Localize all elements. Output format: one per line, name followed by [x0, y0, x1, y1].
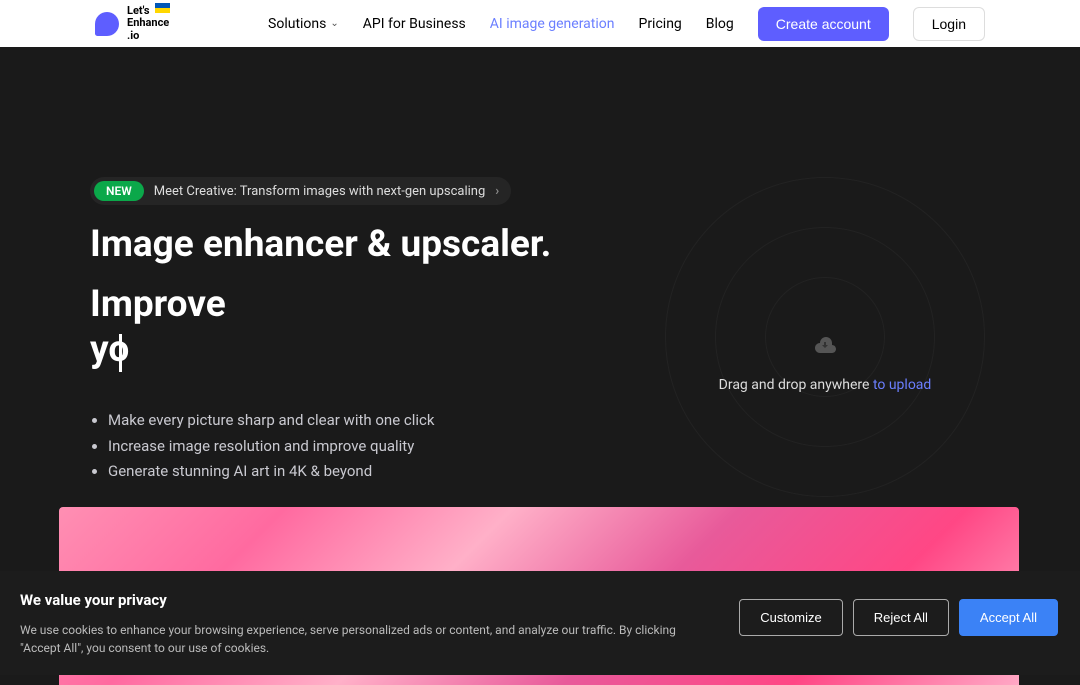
cookie-customize-button[interactable]: Customize	[739, 599, 842, 636]
dropzone-text: Drag and drop anywhere to upload	[719, 377, 932, 393]
hero-title: Image enhancer & upscaler. Improve yo	[90, 223, 620, 372]
nav-solutions-label: Solutions	[268, 16, 326, 32]
cookie-buttons: Customize Reject All Accept All	[739, 599, 1058, 636]
nav-solutions[interactable]: Solutions ⌄	[268, 16, 339, 32]
main-nav: Solutions ⌄ API for Business AI image gen…	[268, 7, 985, 41]
badge-text: Meet Creative: Transform images with nex…	[154, 184, 485, 199]
text-cursor-icon	[119, 334, 122, 372]
nav-pricing[interactable]: Pricing	[638, 16, 681, 32]
cloud-upload-icon	[813, 335, 837, 359]
announcement-badge[interactable]: NEW Meet Creative: Transform images with…	[90, 177, 511, 205]
hero-section: NEW Meet Creative: Transform images with…	[0, 47, 1080, 551]
typing-text: Improve yo	[90, 283, 226, 370]
hero-content: NEW Meet Creative: Transform images with…	[90, 177, 620, 551]
upload-link[interactable]: to upload	[873, 377, 931, 393]
login-button[interactable]: Login	[913, 7, 985, 41]
nav-api-business[interactable]: API for Business	[363, 16, 466, 32]
new-badge: NEW	[94, 181, 144, 201]
cookie-accept-button[interactable]: Accept All	[959, 599, 1058, 636]
logo[interactable]: Let's Enhance .io	[95, 5, 169, 41]
header-bar: Let's Enhance .io Solutions ⌄ API for Bus…	[0, 0, 1080, 47]
cookie-text-block: We value your privacy We use cookies to …	[20, 591, 719, 657]
hero-feature-list: Make every picture sharp and clear with …	[90, 408, 620, 485]
chevron-right-icon: ›	[495, 184, 499, 199]
dropzone-prefix: Drag and drop anywhere	[719, 377, 873, 393]
feature-bullet: Make every picture sharp and clear with …	[108, 408, 620, 434]
logo-blob-icon	[95, 12, 119, 36]
ukraine-flag-icon	[155, 3, 170, 13]
hero-title-fixed: Image enhancer & upscaler.	[90, 223, 551, 267]
cookie-reject-button[interactable]: Reject All	[853, 599, 949, 636]
nav-ai-image-generation[interactable]: AI image generation	[490, 16, 615, 32]
hero-title-typing: Improve yo	[90, 283, 267, 372]
feature-bullet: Increase image resolution and improve qu…	[108, 434, 620, 460]
nav-blog[interactable]: Blog	[706, 16, 734, 32]
feature-bullet: Generate stunning AI art in 4K & beyond	[108, 459, 620, 485]
cookie-title: We value your privacy	[20, 591, 719, 609]
create-account-button[interactable]: Create account	[758, 7, 889, 41]
upload-dropzone[interactable]: Drag and drop anywhere to upload	[660, 177, 990, 551]
chevron-down-icon: ⌄	[330, 18, 338, 29]
cookie-consent-banner: We value your privacy We use cookies to …	[0, 571, 1080, 675]
cookie-description: We use cookies to enhance your browsing …	[20, 621, 719, 657]
